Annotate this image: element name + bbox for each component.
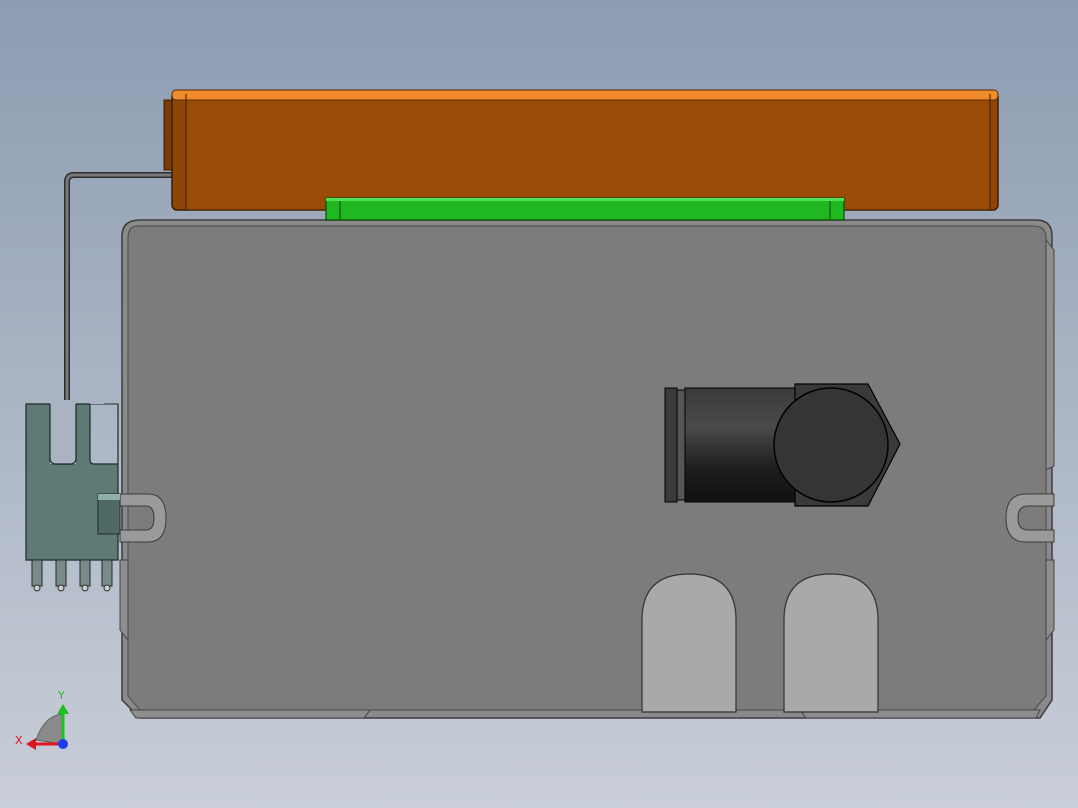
y-axis-label: Y	[57, 689, 65, 702]
bottom-slot-right	[783, 573, 879, 713]
orange-top-block[interactable]	[163, 89, 999, 211]
model-canvas[interactable]: X Y	[0, 0, 1078, 808]
graphics-viewport[interactable]: X Y	[0, 0, 1078, 808]
green-pcb-strip[interactable]	[325, 197, 845, 221]
bottom-slot-left	[641, 573, 737, 713]
x-axis-label: X	[15, 734, 23, 747]
grey-housing[interactable]	[119, 219, 1055, 719]
cylindrical-fitting[interactable]	[664, 383, 901, 507]
